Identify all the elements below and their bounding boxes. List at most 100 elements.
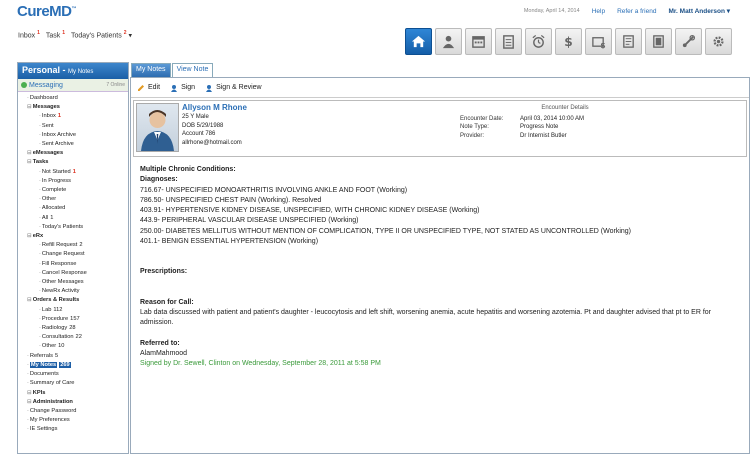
nav-item[interactable]: ·Sent Archive xyxy=(21,140,128,149)
nav-item-label: Other xyxy=(41,196,57,203)
patient-name[interactable]: Allyson M Rhone xyxy=(182,103,247,113)
nav-item[interactable]: ⊟Orders & Results xyxy=(21,296,128,305)
alarm-icon xyxy=(532,34,545,48)
expand-icon[interactable]: ⊟ xyxy=(27,159,32,165)
person-icon xyxy=(442,35,455,49)
nav-item[interactable]: ⊟Messages xyxy=(21,103,128,112)
nav-item[interactable]: ·Procedure 157 xyxy=(21,315,128,324)
nav-item[interactable]: · My Notes 269 xyxy=(21,361,128,370)
tree-line-icon: · xyxy=(27,352,29,359)
payments-button[interactable]: $ xyxy=(585,28,612,55)
nav-item[interactable]: ·Today's Patients xyxy=(21,223,128,232)
nav-item[interactable]: ·Lab 112 xyxy=(21,306,128,315)
nav-item-count: 10 xyxy=(58,343,65,350)
media-button[interactable] xyxy=(645,28,672,55)
tree-line-icon: · xyxy=(39,223,41,230)
nav-item[interactable]: ·Refill Request 2 xyxy=(21,241,128,250)
messaging-row[interactable]: Messaging 7 Online xyxy=(18,79,128,92)
nav-item[interactable]: ⊟Administration xyxy=(21,398,128,407)
nav-item[interactable]: ⊟KPIs xyxy=(21,389,128,398)
inbox-link[interactable]: Inbox 1 xyxy=(18,30,40,39)
nav-item[interactable]: ·NewRx Activity xyxy=(21,287,128,296)
nav-item[interactable]: ·Cancel Response xyxy=(21,269,128,278)
refer-friend-link[interactable]: Refer a friend xyxy=(617,8,656,15)
referred-to: AlamMahmood xyxy=(140,349,188,357)
user-menu[interactable]: Mr. Matt Anderson ▾ xyxy=(668,7,730,15)
task-link[interactable]: Task 1 xyxy=(46,30,65,39)
tab-my-notes[interactable]: My Notes xyxy=(131,63,171,77)
referred-label: Referred to: xyxy=(140,339,180,347)
billing-button[interactable]: $ xyxy=(555,28,582,55)
nav-item-count: 1 xyxy=(50,214,54,221)
sign-review-button[interactable]: Sign & Review xyxy=(205,84,262,92)
tree-line-icon: · xyxy=(27,361,29,368)
nav-item-label: My Preferences xyxy=(29,417,70,424)
reminders-button[interactable] xyxy=(525,28,552,55)
note-body: Multiple Chronic Conditions: Diagnoses: … xyxy=(140,165,740,369)
documents-button[interactable] xyxy=(615,28,642,55)
expand-icon[interactable]: ⊟ xyxy=(27,233,32,239)
tools-button[interactable] xyxy=(675,28,702,55)
expand-icon[interactable]: ⊟ xyxy=(27,150,32,156)
nav-item-count: 2 xyxy=(79,242,83,249)
nav-item[interactable]: ·Not Started 1 xyxy=(21,168,128,177)
nav-item[interactable]: ·Complete xyxy=(21,186,128,195)
expand-icon[interactable]: ⊟ xyxy=(27,104,32,110)
expand-icon[interactable]: ⊟ xyxy=(27,390,32,396)
home-button[interactable] xyxy=(405,28,432,55)
nav-item[interactable]: ·Sent xyxy=(21,122,128,131)
patient-email: allrhone@hotmail.com xyxy=(182,139,242,146)
nav-item[interactable]: ⊟eRx xyxy=(21,232,128,241)
nav-item[interactable]: ·Dashboard xyxy=(21,94,128,103)
sign-button[interactable]: Sign xyxy=(170,84,195,92)
nav-item[interactable]: ·Change Password xyxy=(21,407,128,416)
nav-item[interactable]: ·IE Settings xyxy=(21,425,128,434)
nav-item-label: Other xyxy=(41,343,57,350)
nav-item[interactable]: ·All 1 xyxy=(21,214,128,223)
note-content-panel: Edit Sign Sign & Review Allyson M Rhone … xyxy=(130,77,750,454)
diagnosis-item: 443.9- PERIPHERAL VASCULAR DISEASE UNSPE… xyxy=(140,217,359,225)
nav-item[interactable]: ·Inbox Archive xyxy=(21,131,128,140)
nav-item[interactable]: ·Other 10 xyxy=(21,342,128,351)
nav-item-label: Dashboard xyxy=(29,95,58,101)
tree-line-icon: · xyxy=(27,426,29,433)
tree-line-icon: · xyxy=(39,334,41,341)
nav-item[interactable]: ·Referrals 5 xyxy=(21,352,128,361)
online-count: 7 Online xyxy=(106,82,125,88)
nav-item-label: Change Password xyxy=(29,407,77,414)
nav-item[interactable]: ·Allocated xyxy=(21,204,128,213)
nav-item-label: Summary of Care xyxy=(29,380,75,387)
nav-item[interactable]: ·Documents xyxy=(21,370,128,379)
inbox-label: Inbox xyxy=(18,32,36,40)
nav-item[interactable]: ·Fill Response xyxy=(21,260,128,269)
nav-item[interactable]: ·Radiology 28 xyxy=(21,324,128,333)
expand-icon[interactable]: ⊟ xyxy=(27,297,32,303)
panel-title: Personal xyxy=(22,65,61,75)
nav-item[interactable]: ·My Preferences xyxy=(21,416,128,425)
nav-item[interactable]: ·Consultation 22 xyxy=(21,333,128,342)
settings-button[interactable] xyxy=(705,28,732,55)
tree-line-icon: · xyxy=(39,325,41,332)
help-link[interactable]: Help xyxy=(592,8,605,15)
nav-item[interactable]: ·Other Messages xyxy=(21,278,128,287)
edit-button[interactable]: Edit xyxy=(137,84,160,92)
clinical-button[interactable] xyxy=(495,28,522,55)
tab-view-note[interactable]: View Note xyxy=(171,63,214,77)
curemd-logo[interactable]: CureMD™ xyxy=(17,3,76,20)
nav-item[interactable]: ⊟Tasks xyxy=(21,158,128,167)
tree-line-icon: · xyxy=(39,122,41,129)
nav-item-label: Complete xyxy=(41,187,67,194)
tree-line-icon: · xyxy=(39,196,41,203)
nav-item[interactable]: ·Change Request xyxy=(21,250,128,259)
inbox-badge: 1 xyxy=(37,30,40,36)
nav-item[interactable]: ·Summary of Care xyxy=(21,379,128,388)
expand-icon[interactable]: ⊟ xyxy=(27,399,32,405)
nav-item[interactable]: ⊟eMessages xyxy=(21,149,128,158)
todays-patients-link[interactable]: Today's Patients 2 ▾ xyxy=(71,30,132,39)
nav-item[interactable]: ·Inbox 1 xyxy=(21,112,128,121)
patients-button[interactable] xyxy=(435,28,462,55)
patient-age-sex: 25 Y Male xyxy=(182,114,209,120)
scheduler-button[interactable] xyxy=(465,28,492,55)
nav-item[interactable]: ·Other xyxy=(21,195,128,204)
nav-item[interactable]: ·In Progress xyxy=(21,177,128,186)
